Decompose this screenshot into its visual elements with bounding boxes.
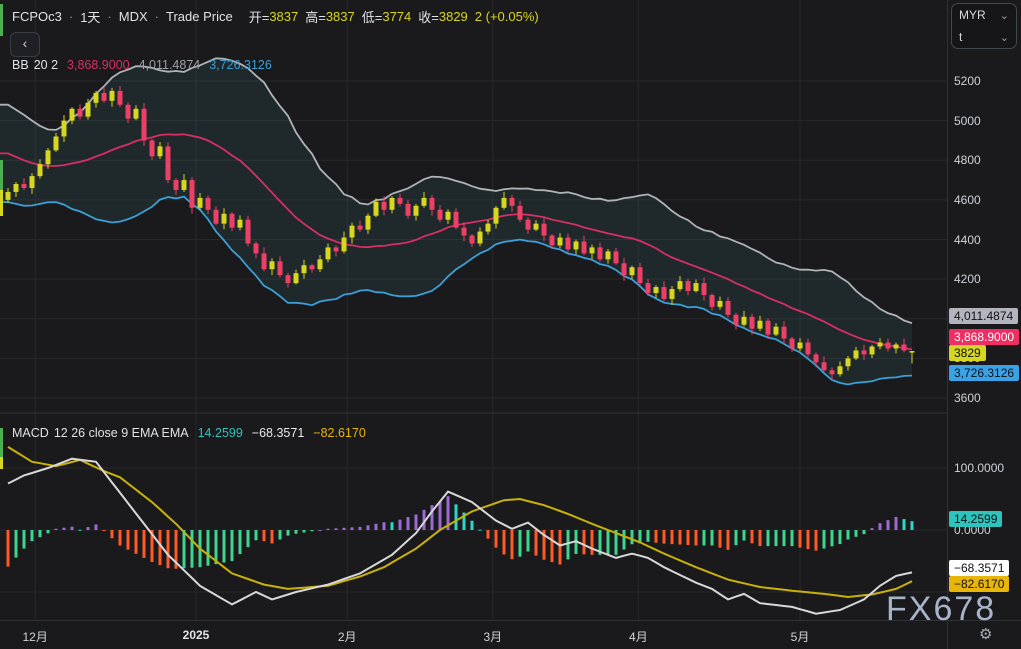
partial-candle-mark: [0, 190, 3, 216]
back-button[interactable]: ‹: [10, 32, 40, 57]
back-icon: ‹: [23, 35, 28, 51]
macd-indicator-legend[interactable]: MACD 12 26 close 9 EMA EMA 14.2599 −68.3…: [12, 426, 366, 440]
time-tick-label: 4月: [629, 628, 648, 645]
scale-settings-box: MYR ⌄ t ⌄: [951, 3, 1017, 49]
last-price-badge: 3829: [949, 345, 986, 361]
open-label: 开=: [249, 7, 270, 26]
bb-params: 20 2: [34, 58, 58, 72]
bb-label: BB: [12, 58, 29, 72]
partial-candle-mark: [0, 428, 3, 458]
price-scale-axis[interactable]: MYR ⌄ t ⌄ 520050004800460044004200380036…: [947, 0, 1021, 649]
dot-separator: ·: [69, 9, 73, 24]
trading-chart-window: FCPOc3 · 1天 · MDX · Trade Price 开=3837 高…: [0, 0, 1021, 649]
macd-hist-value: 14.2599: [198, 426, 243, 440]
time-tick-label: 3月: [483, 628, 502, 645]
symbol-name[interactable]: FCPOc3: [12, 9, 62, 24]
price-tick-label: 4600: [954, 193, 981, 207]
price-tick-label: 5000: [954, 114, 981, 128]
macd-tick-label: 100.0000: [954, 461, 1004, 475]
bb-upper-badge: 4,011.4874: [949, 308, 1018, 324]
open-value: 3837: [269, 9, 298, 24]
chevron-down-icon: ⌄: [1000, 31, 1009, 44]
exchange-label: MDX: [119, 9, 148, 24]
bb-upper-value: 4,011.4874: [139, 58, 201, 72]
time-scale-axis[interactable]: 12月 2025 2月 3月 4月 5月: [0, 620, 947, 649]
dot-separator: ·: [155, 9, 159, 24]
high-label: 高=: [305, 7, 326, 26]
macd-line-badge: −68.3571: [949, 560, 1009, 576]
bb-lower-value: 3,726.3126: [209, 58, 272, 72]
fx678-watermark: FX678: [886, 590, 996, 629]
change-value: 2 (+0.05%): [475, 9, 539, 24]
time-tick-label: 2月: [338, 628, 357, 645]
bb-lower-badge: 3,726.3126: [949, 365, 1019, 381]
price-tick-label: 5200: [954, 74, 981, 88]
macd-signal-value: −82.6170: [313, 426, 365, 440]
time-tick-label: 12月: [23, 628, 48, 645]
bb-indicator-legend[interactable]: BB 20 2 3,868.9000 4,011.4874 3,726.3126: [12, 58, 272, 72]
price-tick-label: 4400: [954, 233, 981, 247]
macd-line-value: −68.3571: [252, 426, 304, 440]
close-value: 3829: [439, 9, 468, 24]
bb-basis-badge: 3,868.9000: [949, 329, 1019, 345]
chevron-down-icon: ⌄: [1000, 9, 1009, 22]
symbol-header: FCPOc3 · 1天 · MDX · Trade Price 开=3837 高…: [12, 7, 539, 26]
low-value: 3774: [382, 9, 411, 24]
interval-label[interactable]: 1天: [80, 7, 100, 26]
macd-hist-badge: 14.2599: [949, 511, 1002, 527]
currency-label: MYR: [959, 8, 986, 22]
price-tick-label: 4200: [954, 272, 981, 286]
partial-candle-mark: [0, 457, 3, 469]
time-tick-label: 2025: [183, 628, 210, 642]
time-tick-label: 5月: [791, 628, 810, 645]
bb-basis-value: 3,868.9000: [67, 58, 130, 72]
price-macd-chart-canvas[interactable]: [0, 0, 947, 620]
unit-label: t: [959, 30, 962, 44]
macd-label: MACD: [12, 426, 49, 440]
high-value: 3837: [326, 9, 355, 24]
dot-separator: ·: [107, 9, 111, 24]
macd-params: 12 26 close 9 EMA EMA: [54, 426, 189, 440]
series-type-label: Trade Price: [166, 9, 233, 24]
close-label: 收=: [418, 7, 439, 26]
price-tick-label: 3600: [954, 391, 981, 405]
unit-select[interactable]: t ⌄: [952, 26, 1016, 48]
partial-candle-mark: [0, 4, 3, 36]
price-tick-label: 4800: [954, 153, 981, 167]
partial-candle-mark: [0, 160, 3, 190]
currency-select[interactable]: MYR ⌄: [952, 4, 1016, 26]
low-label: 低=: [362, 7, 383, 26]
